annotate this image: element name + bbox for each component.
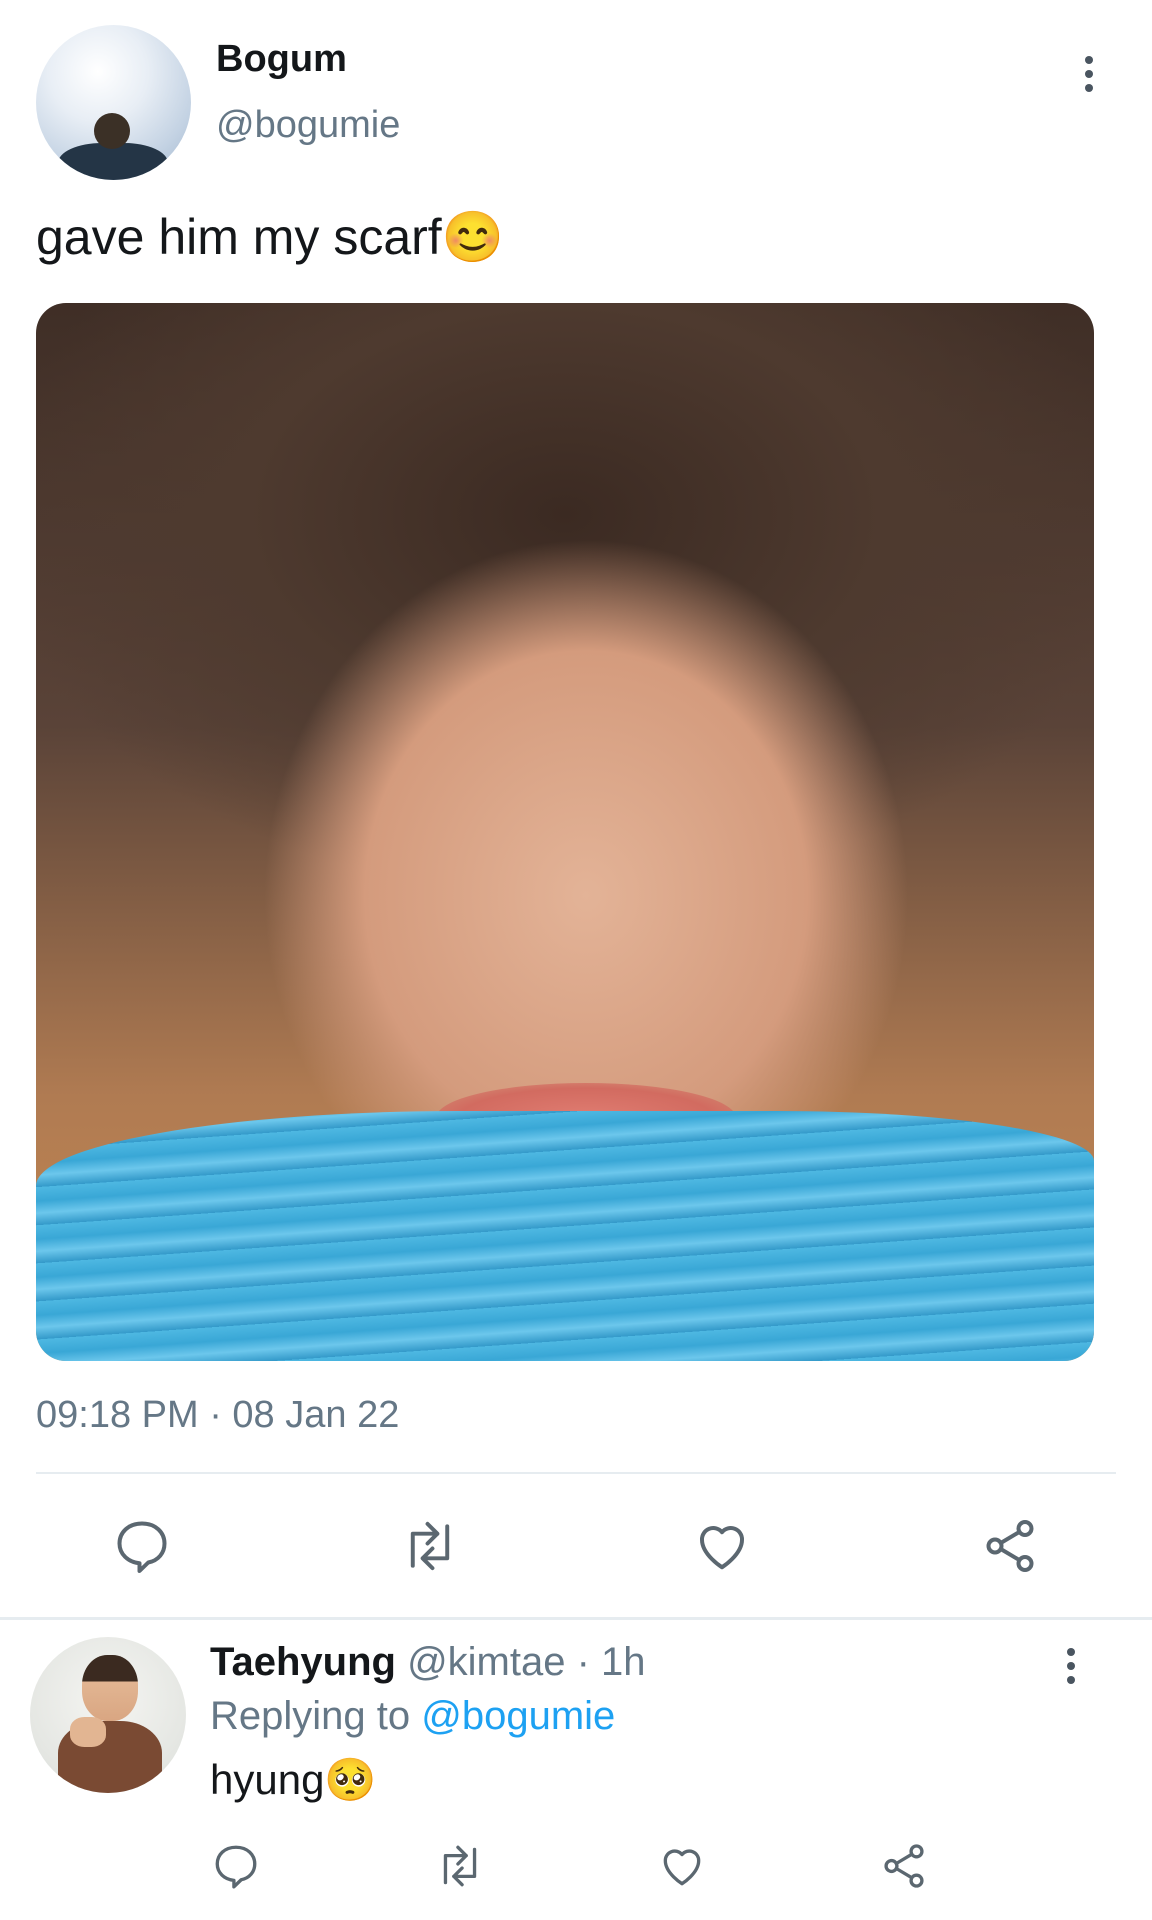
share-icon[interactable] [976, 1512, 1044, 1580]
author-handle[interactable]: @bogumie [216, 104, 400, 147]
more-options-icon[interactable] [1066, 1648, 1076, 1684]
share-icon[interactable] [876, 1838, 932, 1894]
replying-to-link[interactable]: @bogumie [421, 1694, 615, 1738]
reply-icon[interactable] [208, 1838, 264, 1894]
avatar[interactable] [36, 25, 191, 180]
tweet-image[interactable] [36, 303, 1094, 1361]
more-options-icon[interactable] [1084, 56, 1094, 92]
reply-text: hyung🥺 [210, 1756, 377, 1803]
retweet-icon[interactable] [432, 1838, 488, 1894]
like-icon[interactable] [654, 1838, 710, 1894]
avatar[interactable] [30, 1637, 186, 1793]
reply-header: Taehyung @kimtae · 1h [210, 1640, 646, 1685]
replying-to-line: Replying to @bogumie [210, 1694, 615, 1739]
retweet-icon[interactable] [396, 1512, 464, 1580]
reply-icon[interactable] [108, 1512, 176, 1580]
divider [0, 1617, 1152, 1620]
like-icon[interactable] [688, 1512, 756, 1580]
replying-to-label: Replying to [210, 1694, 411, 1738]
divider [36, 1472, 1116, 1474]
reply-handle-time[interactable]: @kimtae · 1h [407, 1640, 645, 1684]
tweet-text: gave him my scarf😊 [36, 209, 504, 265]
author-name[interactable]: Bogum [216, 38, 347, 81]
tweet-timestamp: 09:18 PM · 08 Jan 22 [36, 1394, 400, 1436]
reply-author-name[interactable]: Taehyung [210, 1640, 396, 1684]
